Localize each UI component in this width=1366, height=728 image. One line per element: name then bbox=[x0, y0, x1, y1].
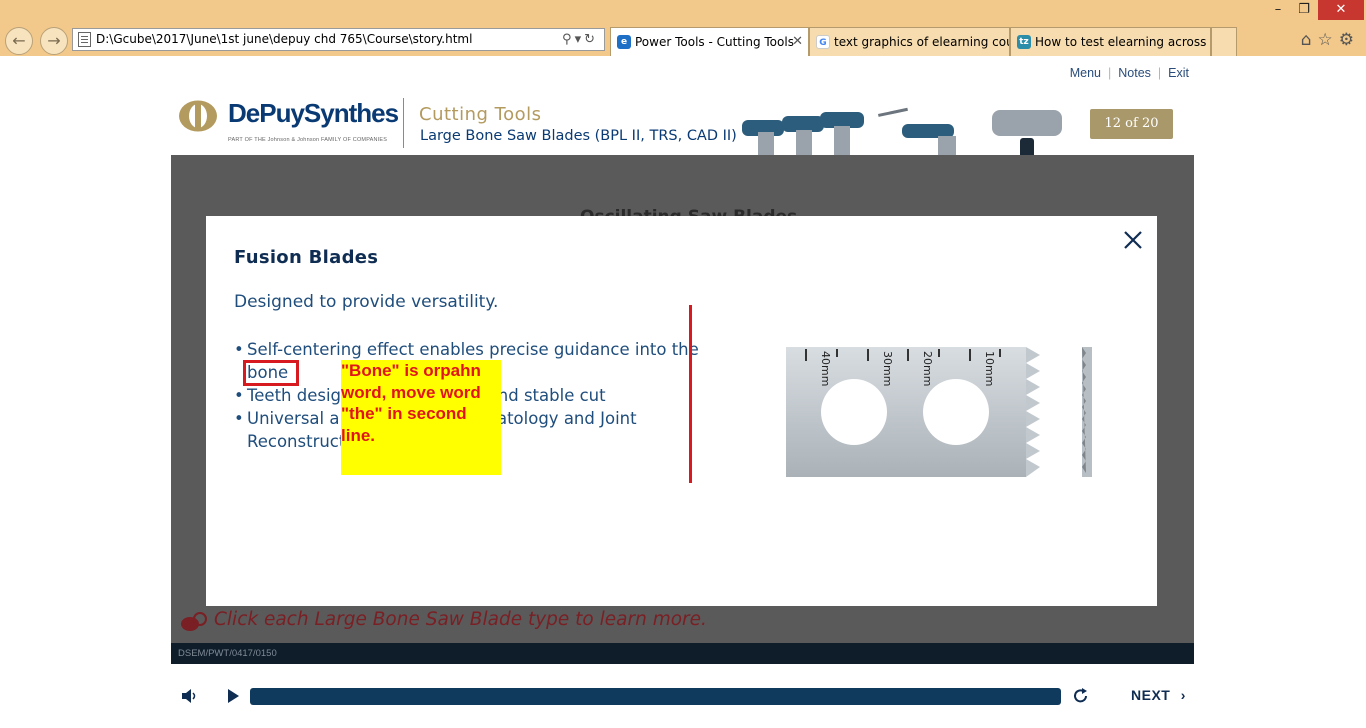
brand-subline: PART OF THE Johnson & Johnson FAMILY OF … bbox=[228, 137, 388, 143]
restore-button[interactable]: ❐ bbox=[1292, 0, 1316, 20]
close-icon[interactable] bbox=[1122, 229, 1144, 251]
hand-pointer-icon bbox=[181, 612, 207, 631]
bullet-dot: • bbox=[234, 409, 244, 428]
review-annotation-note: "Bone" is orpahn word, move word "the" i… bbox=[341, 360, 501, 475]
settings-gear-icon[interactable]: ⚙ bbox=[1339, 30, 1360, 50]
section-title: Cutting Tools bbox=[419, 104, 542, 125]
bullet-line: Self-centering effect enables precise gu… bbox=[247, 340, 699, 359]
minimize-button[interactable]: – bbox=[1266, 0, 1290, 20]
course-top-links: Menu | Notes | Exit bbox=[1070, 66, 1189, 80]
tab-text-graphics[interactable]: G text graphics of elearning cour... bbox=[809, 27, 1010, 56]
address-bar[interactable]: D:\Gcube\2017\June\1st june\depuy chd 76… bbox=[72, 28, 605, 51]
footer-bar bbox=[171, 643, 1194, 664]
header-divider bbox=[403, 98, 404, 148]
volume-icon[interactable] bbox=[180, 686, 200, 706]
tab-label: text graphics of elearning cour... bbox=[834, 35, 1010, 49]
chevron-right-icon: › bbox=[1180, 687, 1186, 703]
section-subtitle: Large Bone Saw Blades (BPL II, TRS, CAD … bbox=[420, 128, 737, 144]
popup-intro: Designed to provide versatility. bbox=[234, 292, 499, 312]
play-icon[interactable] bbox=[223, 686, 243, 706]
annotation-marker-line bbox=[689, 305, 692, 483]
exit-link[interactable]: Exit bbox=[1168, 66, 1189, 80]
notes-link[interactable]: Notes bbox=[1118, 66, 1151, 80]
bullet-dot: • bbox=[234, 386, 244, 405]
page-icon bbox=[78, 32, 91, 47]
next-button[interactable]: NEXT › bbox=[1131, 687, 1186, 703]
tab-label: How to test elearning across m... bbox=[1035, 35, 1210, 49]
divider: | bbox=[1157, 66, 1162, 80]
favorites-star-icon[interactable]: ☆ bbox=[1318, 30, 1339, 50]
blade-mark-30mm: 30mm bbox=[881, 351, 894, 386]
seek-bar[interactable] bbox=[250, 688, 1061, 705]
close-window-button[interactable]: ✕ bbox=[1318, 0, 1364, 20]
popup-title: Fusion Blades bbox=[234, 247, 379, 268]
next-label: NEXT bbox=[1131, 687, 1171, 703]
browser-toolbar-icons: ⌂☆⚙ bbox=[1301, 30, 1360, 50]
address-text: D:\Gcube\2017\June\1st june\depuy chd 76… bbox=[96, 32, 473, 46]
page-counter: 12 of 20 bbox=[1090, 109, 1173, 139]
instruction-text: Click each Large Bone Saw Blade type to … bbox=[214, 609, 707, 630]
home-icon[interactable]: ⌂ bbox=[1301, 30, 1318, 50]
tab-how-to-test[interactable]: tz How to test elearning across m... bbox=[1010, 27, 1211, 56]
replay-icon[interactable] bbox=[1071, 686, 1091, 706]
bullet-dot: • bbox=[234, 340, 244, 359]
tz-icon: tz bbox=[1017, 35, 1031, 49]
depuy-logo-mark-icon bbox=[179, 100, 217, 132]
browser-chrome: ← → D:\Gcube\2017\June\1st june\depuy ch… bbox=[0, 0, 1366, 56]
address-tools[interactable]: ⚲▾↻ bbox=[562, 29, 598, 50]
back-button[interactable]: ← bbox=[5, 27, 33, 55]
tab-label: Power Tools - Cutting Tools bbox=[635, 35, 794, 49]
google-icon: G bbox=[816, 35, 830, 49]
brand-name: DePuySynthes bbox=[228, 98, 399, 128]
ie-page-icon: e bbox=[617, 35, 631, 49]
blade-mark-20mm: 20mm bbox=[921, 351, 934, 386]
footer-code: DSEM/PWT/0417/0150 bbox=[178, 648, 277, 659]
tab-power-tools[interactable]: e Power Tools - Cutting Tools ✕ bbox=[610, 27, 809, 56]
forward-button[interactable]: → bbox=[40, 27, 68, 55]
blade-mark-40mm: 40mm bbox=[819, 351, 832, 386]
divider: | bbox=[1108, 66, 1112, 80]
saw-blade-image: 40mm 30mm 20mm 10mm bbox=[786, 347, 1092, 477]
close-tab-icon[interactable]: ✕ bbox=[792, 28, 803, 56]
orphan-word-highlight bbox=[243, 360, 299, 386]
new-tab-button[interactable] bbox=[1211, 27, 1237, 56]
menu-link[interactable]: Menu bbox=[1070, 66, 1101, 80]
blade-mark-10mm: 10mm bbox=[983, 351, 996, 386]
